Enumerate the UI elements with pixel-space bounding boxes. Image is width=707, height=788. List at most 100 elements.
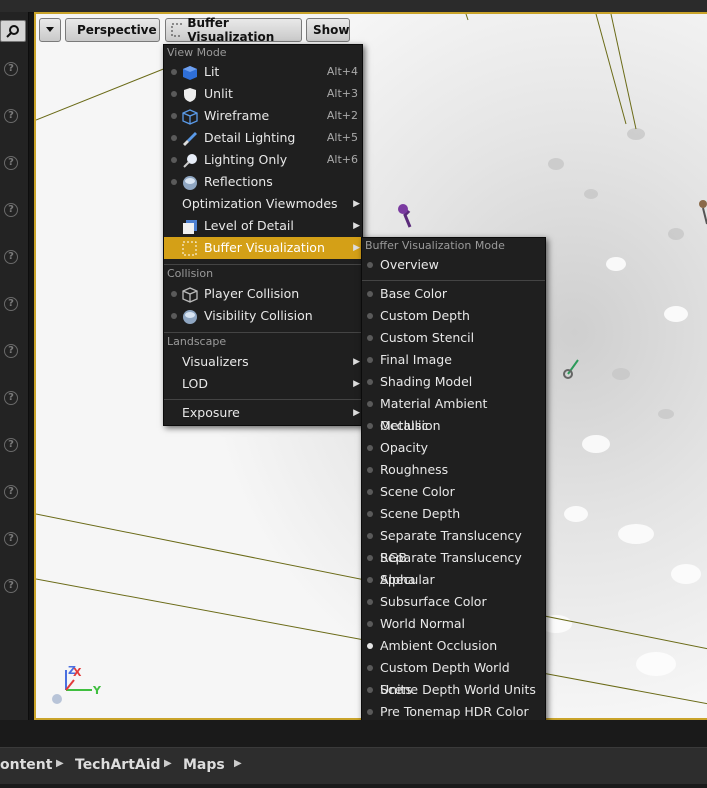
lod-cube-icon [183, 220, 197, 234]
menu-item-label: Wireframe [204, 108, 270, 123]
buffer-item-custom-stencil[interactable]: Custom Stencil [362, 327, 545, 349]
help-icon[interactable]: ? [4, 485, 18, 499]
menu-item-lit[interactable]: Lit Alt+4 [164, 61, 362, 83]
menu-item-label: Scene Color [380, 484, 455, 499]
buffer-item-opacity[interactable]: Opacity [362, 437, 545, 459]
menu-item-visibility-collision[interactable]: Visibility Collision [164, 305, 362, 327]
submenu-arrow-icon: ▶ [353, 199, 360, 209]
buffer-item-separate-translucency-alpha[interactable]: Separate Translucency Alpha [362, 547, 545, 587]
breadcrumb-item[interactable]: TechArtAid [75, 757, 161, 773]
chevron-down-icon [46, 27, 54, 32]
buffer-visualization-label: Buffer Visualization [187, 16, 275, 44]
radio-dot [367, 489, 373, 495]
help-icon[interactable]: ? [4, 109, 18, 123]
breadcrumb-item[interactable]: Maps [183, 757, 225, 773]
submenu-arrow-icon: ▶ [353, 408, 360, 418]
help-icon[interactable]: ? [4, 532, 18, 546]
menu-item-label: Visualizers [182, 354, 249, 369]
sphere-icon [183, 176, 197, 190]
show-button[interactable]: Show [306, 18, 350, 42]
buffer-item-overview[interactable]: Overview [362, 254, 545, 276]
breadcrumb-item[interactable]: ontent [0, 757, 52, 773]
menu-item-label: Lit [204, 64, 220, 79]
radio-dot [171, 91, 177, 97]
radio-dot [367, 533, 373, 539]
help-icon[interactable]: ? [4, 438, 18, 452]
buffer-item-ambient-occlusion[interactable]: Ambient Occlusion [362, 635, 545, 657]
brush-icon [183, 132, 197, 146]
buffer-item-specular[interactable]: Specular [362, 569, 545, 591]
radio-dot [367, 687, 373, 693]
buffer-item-subsurface-color[interactable]: Subsurface Color [362, 591, 545, 613]
buffer-item-scene-depth-world-units[interactable]: Scene Depth World Units [362, 679, 545, 701]
menu-item-optimization-viewmodes[interactable]: Optimization Viewmodes ▶ [164, 193, 362, 215]
menu-item-visualizers[interactable]: Visualizers ▶ [164, 351, 362, 373]
menu-item-player-collision[interactable]: Player Collision [164, 283, 362, 305]
grid-dotted-icon [171, 23, 183, 37]
radio-dot [367, 401, 373, 407]
menu-item-label: Custom Stencil [380, 330, 475, 345]
buffer-item-base-color[interactable]: Base Color [362, 283, 545, 305]
buffer-item-final-image[interactable]: Final Image [362, 349, 545, 371]
menu-item-label: Shading Model [380, 374, 473, 389]
radio-dot [171, 69, 177, 75]
buffer-item-material-ambient-occlusion[interactable]: Material Ambient Occlusion [362, 393, 545, 433]
menu-divider [164, 399, 362, 400]
help-icon[interactable]: ? [4, 344, 18, 358]
help-icon[interactable]: ? [4, 156, 18, 170]
help-icon[interactable]: ? [4, 391, 18, 405]
menu-item-detail-lighting[interactable]: Detail Lighting Alt+5 [164, 127, 362, 149]
buffer-item-custom-depth-world-units[interactable]: Custom Depth World Units [362, 657, 545, 697]
menu-item-reflections[interactable]: Reflections [164, 171, 362, 193]
help-icon[interactable]: ? [4, 297, 18, 311]
menu-item-label: Reflections [204, 174, 273, 189]
help-icon[interactable]: ? [4, 579, 18, 593]
menu-item-label: Base Color [380, 286, 448, 301]
breadcrumb-arrow-icon[interactable]: ▶ [56, 758, 64, 769]
shortcut-label: Alt+6 [326, 153, 358, 166]
buffer-item-metallic[interactable]: Metallic [362, 415, 545, 437]
menu-item-label: Scene Depth World Units [380, 682, 536, 697]
help-icon[interactable]: ? [4, 62, 18, 76]
menu-item-lod-coloration[interactable]: Level of Detail Coloration ▶ [164, 215, 362, 255]
buffer-item-separate-translucency-rgb[interactable]: Separate Translucency RGB [362, 525, 545, 565]
breadcrumb-arrow-icon[interactable]: ▶ [164, 758, 172, 769]
buffer-item-roughness[interactable]: Roughness [362, 459, 545, 481]
menu-item-wireframe[interactable]: Wireframe Alt+2 [164, 105, 362, 127]
buffer-item-scene-depth[interactable]: Scene Depth [362, 503, 545, 525]
buffer-item-scene-color[interactable]: Scene Color [362, 481, 545, 503]
buffer-visualization-button[interactable]: Buffer Visualization [165, 16, 302, 44]
buffer-item-shading-model[interactable]: Shading Model [362, 371, 545, 393]
section-landscape: Landscape [167, 335, 227, 348]
radio-dot [367, 423, 373, 429]
buffer-item-custom-depth[interactable]: Custom Depth [362, 305, 545, 327]
help-icon[interactable]: ? [4, 250, 18, 264]
menu-item-lod[interactable]: LOD ▶ [164, 373, 362, 395]
radio-dot [367, 262, 373, 268]
menu-item-label: Opacity [380, 440, 429, 455]
submenu-arrow-icon: ▶ [353, 379, 360, 389]
breadcrumb-arrow-icon[interactable]: ▶ [234, 758, 242, 769]
radio-dot [171, 113, 177, 119]
perspective-button[interactable]: Perspective [65, 18, 160, 42]
menu-item-label: Visibility Collision [204, 308, 313, 323]
show-label: Show [313, 23, 350, 37]
menu-item-buffer-visualization[interactable]: Buffer Visualization ▶ [164, 237, 362, 259]
radio-dot [171, 179, 177, 185]
section-view-mode: View Mode [167, 46, 227, 59]
menu-item-lighting-only[interactable]: Lighting Only Alt+6 [164, 149, 362, 171]
radio-dot [171, 313, 177, 319]
radio-dot [367, 665, 373, 671]
menu-item-exposure[interactable]: Exposure ▶ [164, 402, 362, 424]
buffer-item-world-normal[interactable]: World Normal [362, 613, 545, 635]
search-button[interactable] [0, 20, 26, 42]
radio-dot [367, 511, 373, 517]
menu-item-label: Custom Depth [380, 308, 470, 323]
sphere-icon [183, 310, 197, 324]
viewport-options-button[interactable] [39, 18, 61, 42]
radio-dot [367, 555, 373, 561]
menu-item-unlit[interactable]: Unlit Alt+3 [164, 83, 362, 105]
menu-item-label: Unlit [204, 86, 233, 101]
help-icon[interactable]: ? [4, 203, 18, 217]
search-icon [6, 25, 19, 38]
